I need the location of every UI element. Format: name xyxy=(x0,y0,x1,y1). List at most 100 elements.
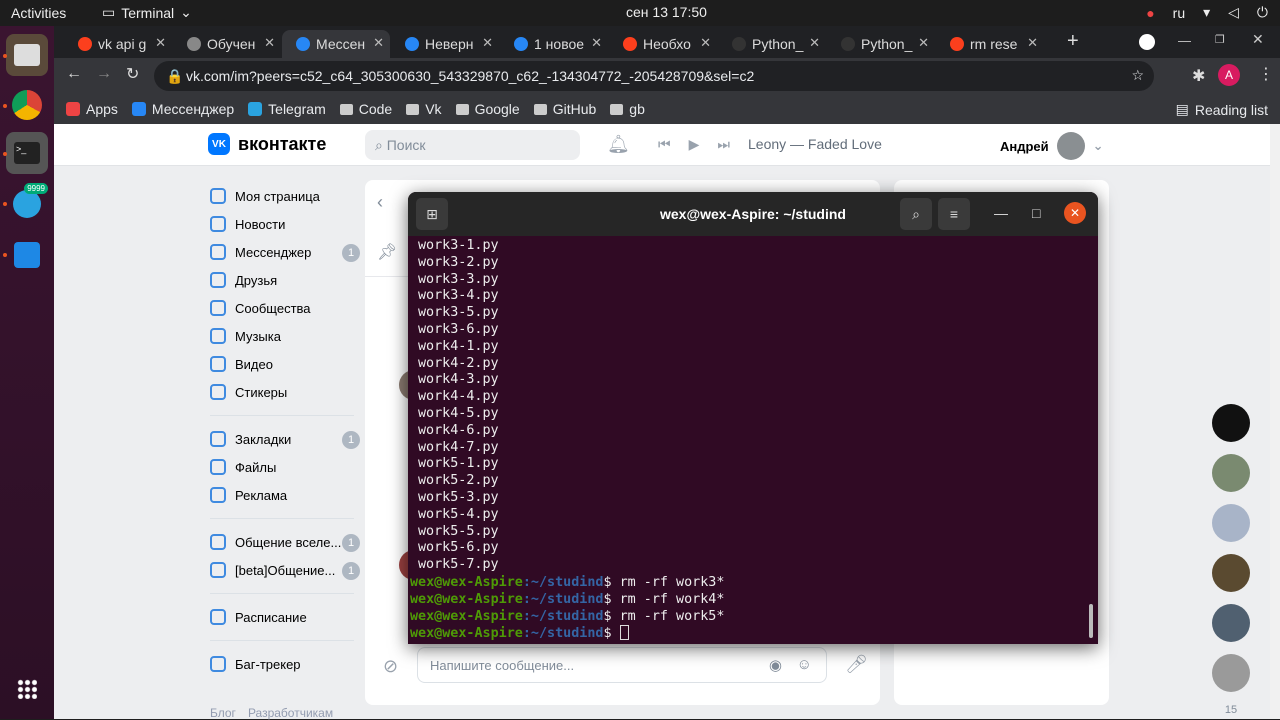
footer-link-blog[interactable]: Блог xyxy=(210,706,236,720)
vk-logo[interactable]: VK вконтакте xyxy=(208,133,326,155)
emoji-icon[interactable]: ☺ xyxy=(797,656,812,673)
close-tab-icon[interactable]: ✕ xyxy=(264,35,275,51)
menu-icon[interactable]: ⋮ xyxy=(1258,64,1274,84)
chrome-tray-icon[interactable]: ● xyxy=(1146,5,1154,21)
page-scrollbar[interactable] xyxy=(1270,124,1280,719)
nav-item-nav-3[interactable]: Друзья xyxy=(210,266,354,294)
nav-item-nav4-0[interactable]: Расписание xyxy=(210,603,354,631)
avatar[interactable] xyxy=(1212,654,1250,692)
star-icon[interactable]: ☆ xyxy=(1131,67,1144,84)
address-bar[interactable]: 🔒 vk.com/im?peers=c52_c64_305300630_54332… xyxy=(154,61,1154,91)
close-tab-icon[interactable]: ✕ xyxy=(809,35,820,51)
avatar[interactable] xyxy=(1212,404,1250,442)
camera-icon[interactable]: ◉ xyxy=(769,656,782,674)
clock[interactable]: сен 13 17:50 xyxy=(626,4,707,20)
activities-button[interactable]: Activities xyxy=(11,5,66,21)
avatar[interactable] xyxy=(1212,554,1250,592)
footer-link-dev[interactable]: Разработчикам xyxy=(248,706,333,720)
chrome-icon[interactable] xyxy=(6,84,48,126)
tab-4[interactable]: 1 новое ✕ xyxy=(500,30,608,58)
minimize-icon[interactable]: — xyxy=(994,205,1008,221)
tab-2[interactable]: Мессен ✕ xyxy=(282,30,390,58)
forward-icon[interactable]: → xyxy=(96,65,112,83)
prev-track-icon[interactable]: ⏮ xyxy=(658,136,671,153)
files-icon[interactable] xyxy=(6,34,48,76)
avatar[interactable] xyxy=(1212,454,1250,492)
bookmark-apps[interactable]: Apps xyxy=(66,101,118,117)
bookmark-мессенджер[interactable]: Мессенджер xyxy=(131,101,234,117)
close-icon[interactable]: ✕ xyxy=(1064,202,1086,224)
nav-item-nav2-2[interactable]: Реклама xyxy=(210,481,354,509)
nav-item-nav-2[interactable]: Мессенджер 1 xyxy=(210,238,360,266)
wifi-icon[interactable]: ▾ xyxy=(1203,4,1210,21)
message-input[interactable]: Напишите сообщение... ◉ ☺ xyxy=(417,647,827,683)
tab-6[interactable]: Python_ ✕ xyxy=(718,30,826,58)
back-arrow-icon[interactable]: ‹ xyxy=(377,192,383,213)
show-apps-icon[interactable] xyxy=(6,668,48,710)
avatar[interactable] xyxy=(1212,504,1250,542)
tab-8[interactable]: rm rese ✕ xyxy=(936,30,1044,58)
nav-item-nav-4[interactable]: Сообщества xyxy=(210,294,354,322)
search-input[interactable]: ⌕ Поиск xyxy=(365,130,580,160)
minimize-browser-button[interactable]: — xyxy=(1178,33,1191,48)
maximize-icon[interactable]: □ xyxy=(1032,205,1040,221)
close-tab-icon[interactable]: ✕ xyxy=(482,35,493,51)
nav-item-nav-6[interactable]: Видео xyxy=(210,350,354,378)
reload-icon[interactable]: ↻ xyxy=(126,64,139,84)
nav-item-nav-1[interactable]: Новости xyxy=(210,210,354,238)
close-browser-button[interactable]: ✕ xyxy=(1252,31,1264,48)
play-icon[interactable]: ▶ xyxy=(689,136,700,153)
tab-3[interactable]: Неверн ✕ xyxy=(391,30,499,58)
nav-item-nav5-0[interactable]: Баг-трекер xyxy=(210,650,354,678)
nav-item-nav-0[interactable]: Моя страница xyxy=(210,182,354,210)
terminal-titlebar[interactable]: ⊞ wex@wex-Aspire: ~/studind ⌕ ≡ — □ ✕ xyxy=(408,192,1098,236)
back-icon[interactable]: ← xyxy=(66,65,82,83)
bookmark-code[interactable]: Code xyxy=(339,101,392,117)
bookmark-vk[interactable]: Vk xyxy=(406,101,442,117)
close-tab-icon[interactable]: ✕ xyxy=(591,35,602,51)
tab-0[interactable]: vk api g ✕ xyxy=(64,30,172,58)
user-menu[interactable]: Андрей ⌄ xyxy=(1000,132,1104,160)
bookmark-gb[interactable]: gb xyxy=(610,101,645,117)
nav-item-nav-5[interactable]: Музыка xyxy=(210,322,354,350)
bell-icon[interactable]: 🔔︎ xyxy=(607,134,630,155)
microphone-icon[interactable]: 🎤︎ xyxy=(845,654,868,675)
close-tab-icon[interactable]: ✕ xyxy=(700,35,711,51)
online-count[interactable]: 15 xyxy=(1206,704,1256,716)
power-icon[interactable]: ⏻ xyxy=(1257,4,1268,21)
bookmark-telegram[interactable]: Telegram xyxy=(248,101,326,117)
hamburger-menu-icon[interactable]: ≡ xyxy=(938,198,970,230)
nav-item-nav-7[interactable]: Стикеры xyxy=(210,378,354,406)
reading-list-button[interactable]: ▤ Reading list xyxy=(1176,101,1268,118)
next-track-icon[interactable]: ⏭ xyxy=(717,136,730,153)
attach-icon[interactable]: ⊘ xyxy=(383,656,398,677)
nav-item-nav2-0[interactable]: Закладки 1 xyxy=(210,425,360,453)
terminal-output[interactable]: work3-1.py work3-2.py work3-3.py work3-4.py… xyxy=(418,238,499,574)
extensions-icon[interactable]: ✱ xyxy=(1192,66,1205,86)
profile-avatar[interactable]: A xyxy=(1218,64,1240,86)
terminal-scrollbar[interactable] xyxy=(1089,604,1093,638)
system-tray[interactable]: ● ru ▾ ◁ ⏻ xyxy=(1146,4,1268,21)
nav-item-nav3-1[interactable]: [beta]Общение... 1 xyxy=(210,556,360,584)
nav-item-nav3-0[interactable]: Общение вселе... 1 xyxy=(210,528,360,556)
search-icon[interactable]: ⌕ xyxy=(900,198,932,230)
tab-7[interactable]: Python_ ✕ xyxy=(827,30,935,58)
avatar[interactable] xyxy=(1212,604,1250,642)
close-tab-icon[interactable]: ✕ xyxy=(373,35,384,51)
volume-icon[interactable]: ◁ xyxy=(1228,4,1239,21)
bookmark-github[interactable]: GitHub xyxy=(533,101,596,117)
close-tab-icon[interactable]: ✕ xyxy=(155,35,166,51)
terminal-prompts[interactable]: wex@wex-Aspire:~/studind$ rm -rf work3* w… xyxy=(410,575,724,643)
bookmark-google[interactable]: Google xyxy=(455,101,520,117)
terminal-dock-icon[interactable]: >_ xyxy=(6,132,48,174)
restore-browser-button[interactable]: ❐ xyxy=(1215,33,1225,46)
tab-1[interactable]: Обучен ✕ xyxy=(173,30,281,58)
track-title[interactable]: Leony — Faded Love xyxy=(748,136,882,153)
close-tab-icon[interactable]: ✕ xyxy=(1027,35,1038,51)
new-tab-button[interactable]: + xyxy=(1067,30,1079,53)
nav-item-nav2-1[interactable]: Файлы xyxy=(210,453,354,481)
app-menu[interactable]: ▭ Terminal ⌄ xyxy=(102,4,192,21)
tab-5[interactable]: Необхо ✕ xyxy=(609,30,717,58)
telegram-icon[interactable]: 9999 xyxy=(6,183,48,225)
tab-search-icon[interactable] xyxy=(1139,34,1155,50)
